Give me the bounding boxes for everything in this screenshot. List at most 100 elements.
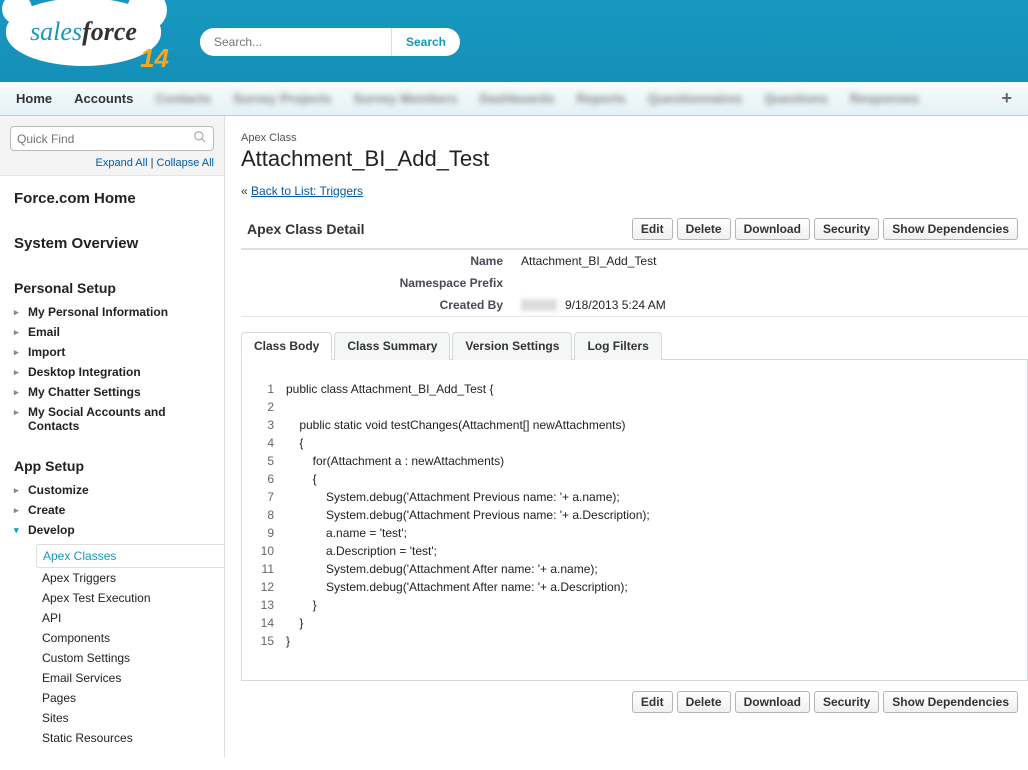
sidebar-system-overview[interactable]: System Overview <box>14 235 210 252</box>
code-text: System.debug('Attachment Previous name: … <box>286 488 620 506</box>
nav-blurred[interactable]: Survey Members <box>353 91 457 106</box>
line-number: 3 <box>256 416 286 434</box>
code-line: 14 } <box>256 614 1013 632</box>
nav-blurred[interactable]: Questions <box>764 91 828 106</box>
sidebar-subitem[interactable]: Apex Test Execution <box>42 588 210 608</box>
download-button[interactable]: Download <box>735 691 810 713</box>
nav-blurred[interactable]: Dashboards <box>479 91 554 106</box>
code-line: 4 { <box>256 434 1013 452</box>
sidebar-item-customize[interactable]: Customize <box>14 480 210 500</box>
collapse-all-link[interactable]: Collapse All <box>157 157 214 169</box>
nav-blurred[interactable]: Contacts <box>155 91 211 106</box>
sidebar-subitem[interactable]: API <box>42 608 210 628</box>
line-number: 14 <box>256 614 286 632</box>
quick-find-input[interactable] <box>17 132 193 146</box>
security-button[interactable]: Security <box>814 218 879 240</box>
sidebar-item[interactable]: My Chatter Settings <box>14 382 210 402</box>
code-text: { <box>286 434 303 452</box>
security-button[interactable]: Security <box>814 691 879 713</box>
line-number: 8 <box>256 506 286 524</box>
code-line: 6 { <box>256 470 1013 488</box>
delete-button[interactable]: Delete <box>677 218 731 240</box>
tab-class-summary[interactable]: Class Summary <box>334 332 450 360</box>
expand-collapse-links: Expand All | Collapse All <box>10 151 214 169</box>
code-line: 5 for(Attachment a : newAttachments) <box>256 452 1013 470</box>
tab-version-settings[interactable]: Version Settings <box>452 332 572 360</box>
nav-home[interactable]: Home <box>16 91 52 106</box>
line-number: 10 <box>256 542 286 560</box>
search-button[interactable]: Search <box>391 28 460 56</box>
sidebar-item[interactable]: Email <box>14 322 210 342</box>
line-number: 13 <box>256 596 286 614</box>
line-number: 5 <box>256 452 286 470</box>
breadcrumb: Apex Class <box>241 132 1028 144</box>
app-header: salesforce 14 Search <box>0 0 1028 82</box>
code-line: 8 System.debug('Attachment Previous name… <box>256 506 1013 524</box>
search-input[interactable] <box>200 29 391 55</box>
expand-all-link[interactable]: Expand All <box>96 157 148 169</box>
sidebar-item[interactable]: My Social Accounts and Contacts <box>14 402 210 436</box>
detail-table: NameAttachment_BI_Add_Test Namespace Pre… <box>241 248 1028 317</box>
download-button[interactable]: Download <box>735 218 810 240</box>
sidebar-item[interactable]: Import <box>14 342 210 362</box>
code-text: } <box>286 632 290 650</box>
sidebar-subitem-apex-classes[interactable]: Apex Classes <box>36 544 224 568</box>
nav-blurred[interactable]: Questionnaires <box>648 91 743 106</box>
code-line: 12 System.debug('Attachment After name: … <box>256 578 1013 596</box>
sidebar-subitem[interactable]: Custom Settings <box>42 648 210 668</box>
edit-button[interactable]: Edit <box>632 218 673 240</box>
sidebar-subitem[interactable]: Sites <box>42 708 210 728</box>
code-text: } <box>286 614 303 632</box>
sidebar-personal-setup: Personal Setup <box>14 280 210 296</box>
createdby-date: 9/18/2013 5:24 AM <box>565 298 666 312</box>
code-line: 15} <box>256 632 1013 650</box>
line-number: 7 <box>256 488 286 506</box>
code-text: { <box>286 470 317 488</box>
field-value-name: Attachment_BI_Add_Test <box>521 254 656 268</box>
code-text: a.name = 'test'; <box>286 524 407 542</box>
nav-blurred[interactable]: Survey Projects <box>233 91 331 106</box>
delete-button[interactable]: Delete <box>677 691 731 713</box>
sidebar-subitem[interactable]: Pages <box>42 688 210 708</box>
code-text: } <box>286 596 317 614</box>
code-text: System.debug('Attachment Previous name: … <box>286 506 650 524</box>
back-link[interactable]: Back to List: Triggers <box>251 184 363 198</box>
code-line: 11 System.debug('Attachment After name: … <box>256 560 1013 578</box>
nav-blurred[interactable]: Responses <box>850 91 919 106</box>
nav-blurred[interactable]: Reports <box>576 91 625 106</box>
line-number: 2 <box>256 398 286 416</box>
sidebar-item-create[interactable]: Create <box>14 500 210 520</box>
nav-accounts[interactable]: Accounts <box>74 91 133 106</box>
sidebar-subitem[interactable]: Email Services <box>42 668 210 688</box>
sidebar-subitem[interactable]: Components <box>42 628 210 648</box>
page-title: Attachment_BI_Add_Test <box>241 146 1028 172</box>
createdby-user[interactable] <box>521 299 557 311</box>
code-text: a.Description = 'test'; <box>286 542 437 560</box>
show-dependencies-button[interactable]: Show Dependencies <box>883 691 1018 713</box>
sidebar-subitem[interactable]: Apex Triggers <box>42 568 210 588</box>
line-number: 12 <box>256 578 286 596</box>
code-tabs: Class Body Class Summary Version Setting… <box>241 331 1028 360</box>
sidebar-item[interactable]: Desktop Integration <box>14 362 210 382</box>
global-search: Search <box>200 28 460 56</box>
line-number: 9 <box>256 524 286 542</box>
tab-log-filters[interactable]: Log Filters <box>574 332 661 360</box>
logo[interactable]: salesforce 14 <box>6 0 161 66</box>
line-number: 4 <box>256 434 286 452</box>
edit-button[interactable]: Edit <box>632 691 673 713</box>
tab-class-body[interactable]: Class Body <box>241 332 332 360</box>
code-text: System.debug('Attachment After name: '+ … <box>286 578 628 596</box>
nav-add-tab[interactable]: + <box>1001 88 1012 109</box>
sidebar-subitem[interactable]: Static Resources <box>42 728 210 748</box>
show-dependencies-button[interactable]: Show Dependencies <box>883 218 1018 240</box>
code-line: 13 } <box>256 596 1013 614</box>
sidebar-item-develop[interactable]: Develop <box>14 520 210 540</box>
quick-find[interactable] <box>10 126 214 151</box>
main-content: Apex Class Attachment_BI_Add_Test « Back… <box>225 116 1028 758</box>
code-line: 9 a.name = 'test'; <box>256 524 1013 542</box>
sidebar-force-home[interactable]: Force.com Home <box>14 190 210 207</box>
line-number: 15 <box>256 632 286 650</box>
sidebar-item[interactable]: My Personal Information <box>14 302 210 322</box>
code-text: public static void testChanges(Attachmen… <box>286 416 626 434</box>
sidebar-app-setup: App Setup <box>14 458 210 474</box>
